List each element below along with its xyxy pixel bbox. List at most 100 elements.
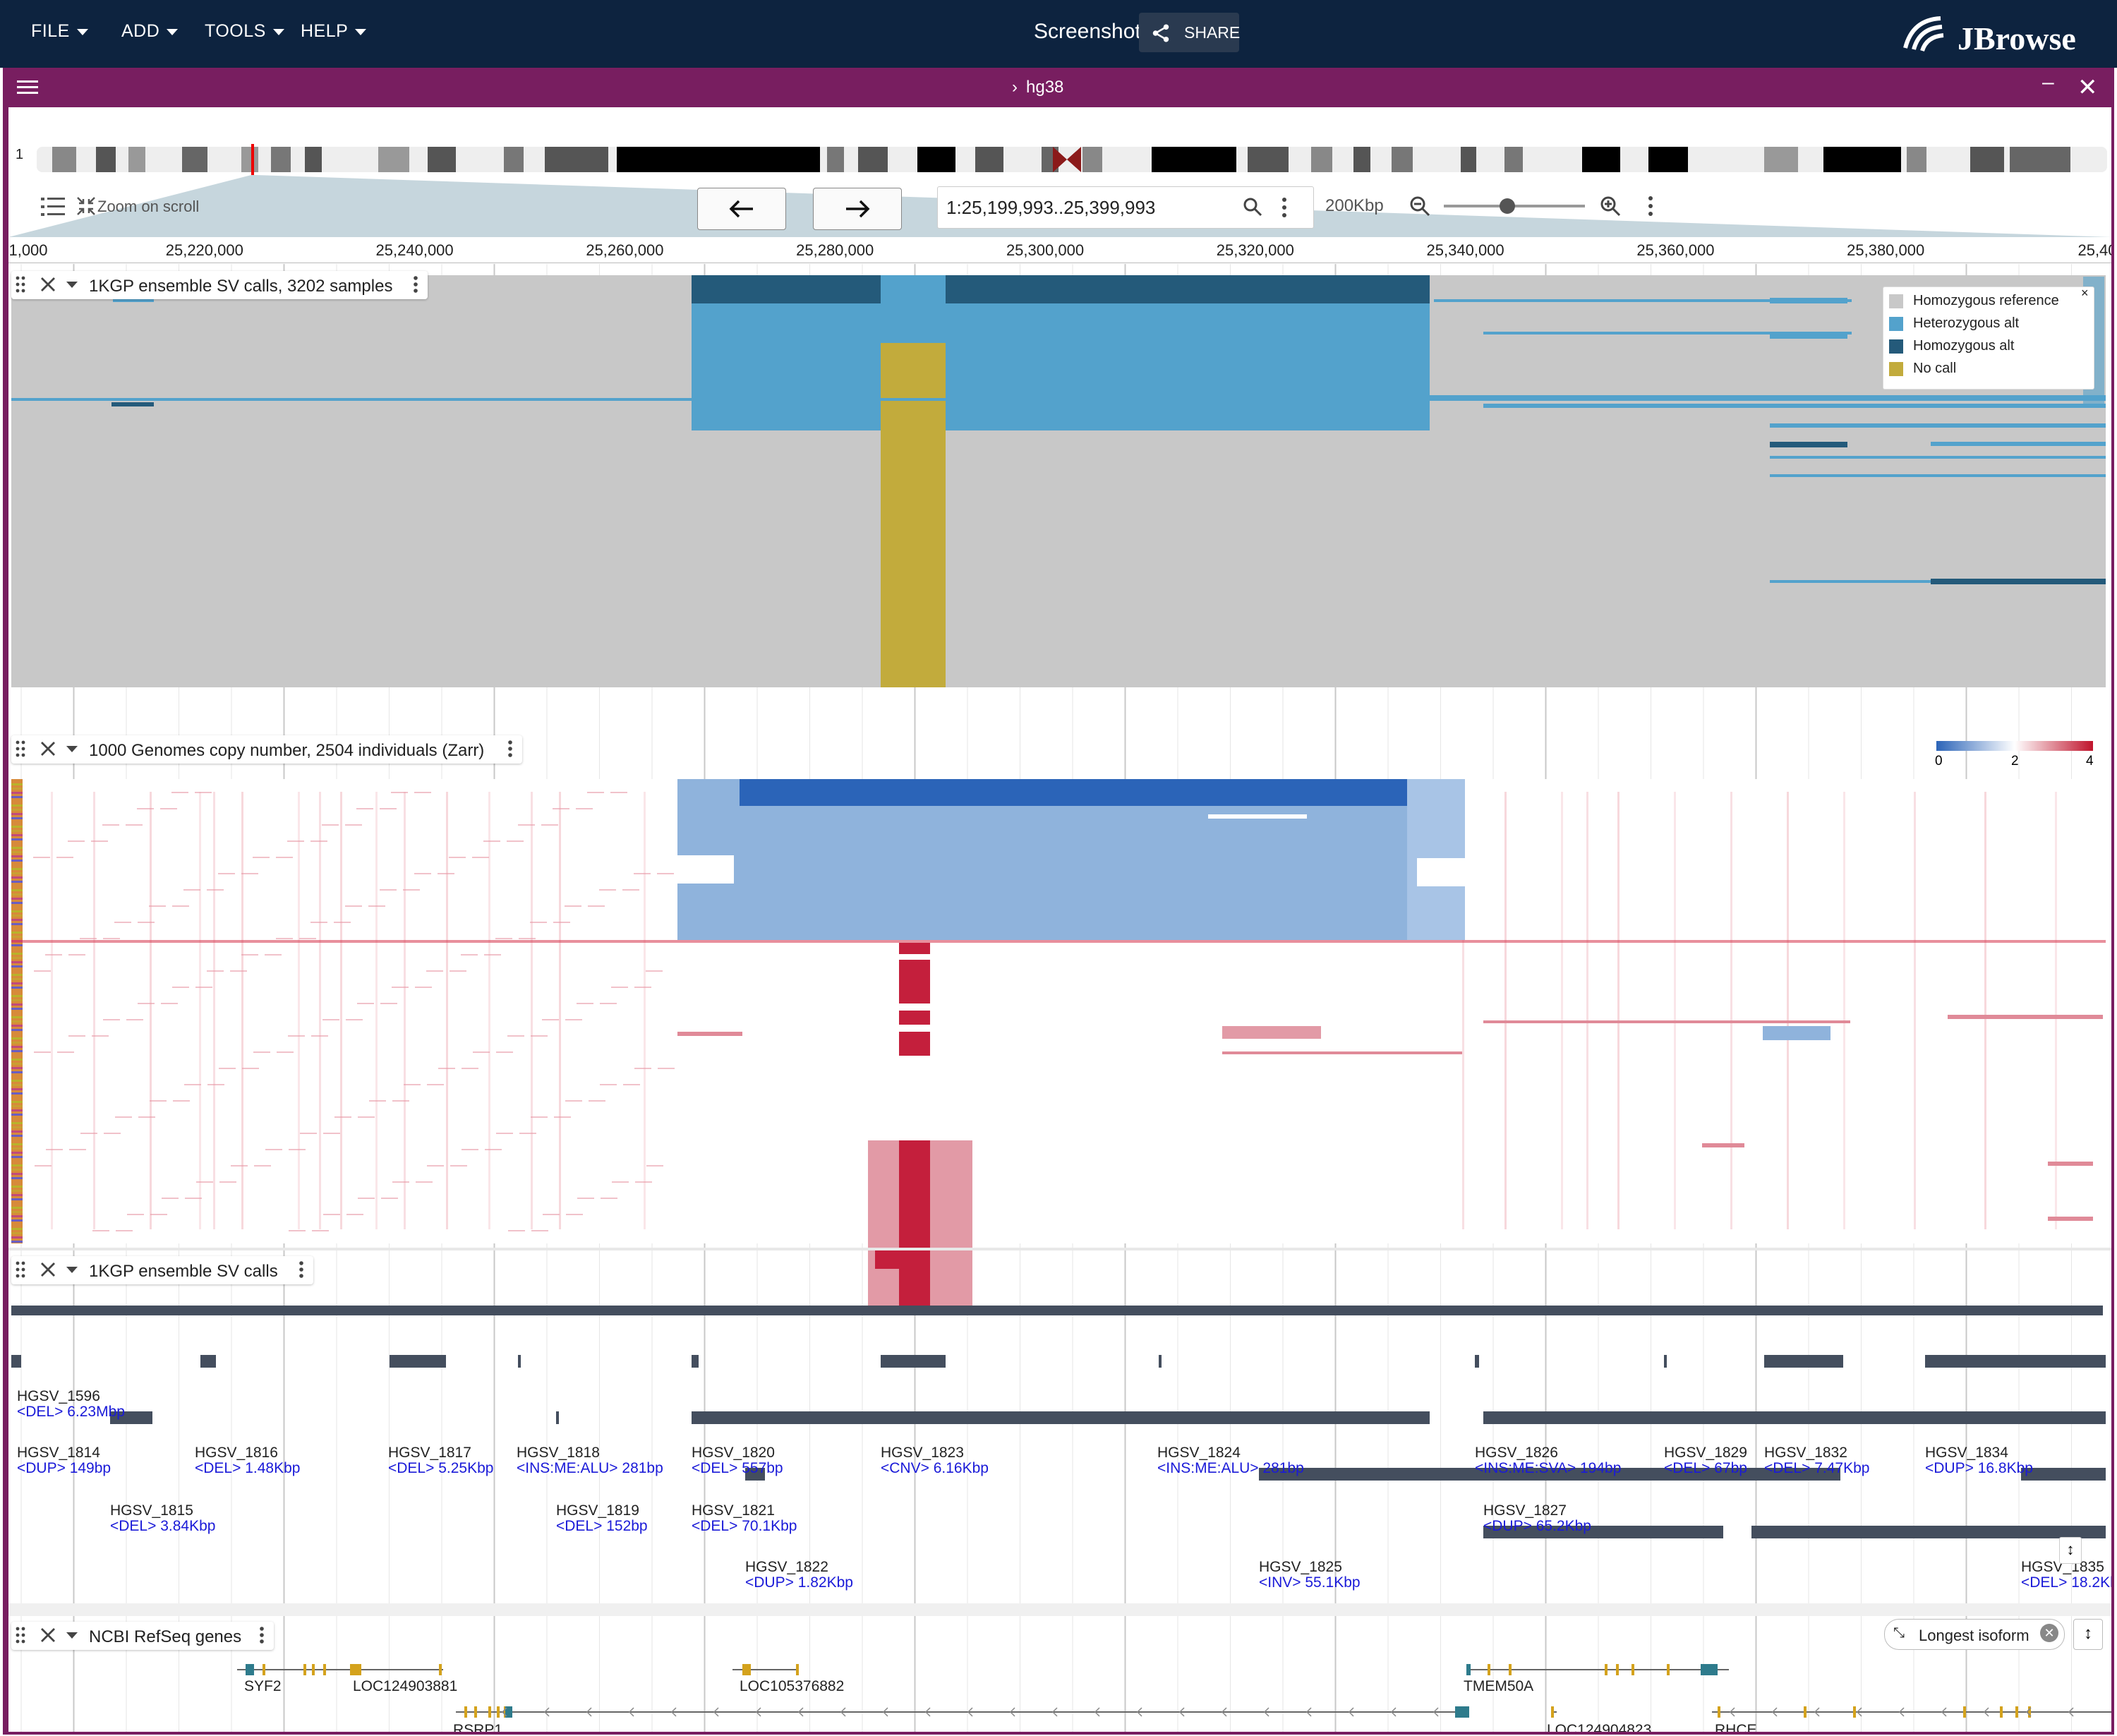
copy-number-noise bbox=[600, 1084, 617, 1085]
sv-feature[interactable]: HGSV_1818 <INS:ME:ALU> 281bp bbox=[517, 1445, 663, 1476]
sample-color-strip-cell bbox=[11, 1198, 23, 1200]
sv-feature[interactable]: HGSV_1835 <DEL> 18.2Kl bbox=[2021, 1560, 2111, 1591]
minimize-icon[interactable]: – bbox=[2042, 71, 2054, 95]
sv-feature[interactable]: HGSV_1596 <DEL> 6.23Mbp bbox=[17, 1389, 125, 1420]
gene-exon bbox=[2015, 1706, 2018, 1718]
collapse-track-icon[interactable] bbox=[65, 1260, 79, 1284]
sv-feature[interactable]: HGSV_1814 <DUP> 149bp bbox=[17, 1445, 111, 1476]
longest-isoform-chip[interactable]: ⤡ Longest isoform ✕ bbox=[1884, 1619, 2065, 1650]
drag-handle-icon[interactable] bbox=[16, 1626, 25, 1649]
close-track-icon[interactable] bbox=[40, 1260, 56, 1284]
sv-feature[interactable]: HGSV_1827 <DUP> 65.2Kbp bbox=[1483, 1503, 1591, 1534]
track-height-icon[interactable]: ↕ bbox=[2073, 1619, 2103, 1650]
track-menu-icon[interactable] bbox=[298, 1260, 305, 1284]
sv-feature[interactable]: HGSV_1832 <DEL> 7.47Kbp bbox=[1764, 1445, 1869, 1476]
gene-label[interactable]: LOC105376882 bbox=[740, 1678, 844, 1695]
sv-feature-name: HGSV_1824 bbox=[1157, 1445, 1241, 1461]
menu-file[interactable]: FILE bbox=[31, 21, 88, 42]
close-track-icon[interactable] bbox=[40, 1626, 56, 1649]
sample-color-strip-cell bbox=[11, 804, 23, 807]
sv-feature[interactable]: HGSV_1821 <DEL> 70.1Kbp bbox=[692, 1503, 797, 1534]
copy-number-noise bbox=[323, 1133, 340, 1134]
sv-feature[interactable]: HGSV_1824 <INS:ME:ALU> 281bp bbox=[1157, 1445, 1304, 1476]
copy-number-noise bbox=[485, 1149, 502, 1150]
menu-tools[interactable]: TOOLS bbox=[205, 21, 284, 42]
sv-feature[interactable]: HGSV_1815 <DEL> 3.84Kbp bbox=[110, 1503, 215, 1534]
sv-feature[interactable]: HGSV_1825 <INV> 55.1Kbp bbox=[1259, 1560, 1361, 1591]
sv-feature-name: HGSV_1814 bbox=[17, 1445, 100, 1461]
copy-number-noise bbox=[392, 1100, 409, 1102]
gene-label[interactable]: RSRP1 bbox=[453, 1722, 502, 1732]
drag-handle-icon[interactable] bbox=[16, 740, 25, 763]
sample-color-strip-cell bbox=[11, 1071, 23, 1073]
copy-number-noise bbox=[300, 1133, 317, 1134]
session-title[interactable]: Screenshot bbox=[1034, 20, 1141, 44]
copy-number-noise bbox=[1843, 792, 1845, 1229]
gene-label[interactable]: LOC124904823 bbox=[1547, 1722, 1651, 1732]
copy-number-noise bbox=[115, 1116, 132, 1118]
gene-label[interactable]: RHCE bbox=[1715, 1722, 1757, 1732]
copy-number-noise bbox=[93, 792, 95, 1229]
sample-color-strip-cell bbox=[11, 1063, 23, 1065]
sv-feature[interactable]: HGSV_1826 <INS:ME:SVA> 194bp bbox=[1475, 1445, 1621, 1476]
gene-exon bbox=[464, 1706, 467, 1718]
chip-delete-icon[interactable]: ✕ bbox=[2040, 1624, 2058, 1642]
copy-number-noise bbox=[519, 938, 536, 939]
copy-number-noise bbox=[322, 824, 339, 826]
sv-feature[interactable]: HGSV_1822 <DUP> 1.82Kbp bbox=[745, 1560, 853, 1591]
sample-color-strip-cell bbox=[11, 965, 23, 968]
close-track-icon[interactable] bbox=[40, 740, 56, 763]
gene-exon bbox=[323, 1664, 326, 1675]
menu-help[interactable]: HELP bbox=[301, 21, 367, 42]
gene-label[interactable]: TMEM50A bbox=[1464, 1678, 1533, 1695]
close-track-icon[interactable] bbox=[40, 275, 56, 299]
sample-color-strip-cell bbox=[11, 1173, 23, 1175]
collapse-track-icon[interactable] bbox=[65, 275, 79, 299]
gene-label[interactable]: LOC124903881 bbox=[353, 1678, 457, 1695]
legend-close-icon[interactable]: × bbox=[2081, 286, 2089, 301]
sv-feature[interactable]: HGSV_1823 <CNV> 6.16Kbp bbox=[881, 1445, 989, 1476]
sv-feature[interactable]: HGSV_1819 <DEL> 152bp bbox=[556, 1503, 648, 1534]
legend-label: No call bbox=[1913, 361, 1957, 376]
copy-number-noise bbox=[68, 954, 85, 956]
sv-feature[interactable]: HGSV_1829 <DEL> 67bp bbox=[1664, 1445, 1747, 1476]
track-menu-icon[interactable] bbox=[258, 1626, 265, 1649]
sv-feature-name: HGSV_1816 bbox=[195, 1445, 278, 1461]
caret-down-icon bbox=[272, 28, 284, 35]
sv-feature[interactable]: HGSV_1817 <DEL> 5.25Kbp bbox=[388, 1445, 493, 1476]
sv-feature[interactable]: HGSV_1834 <DUP> 16.8Kbp bbox=[1925, 1445, 2033, 1476]
copy-number-noise bbox=[391, 792, 408, 793]
sample-color-strip-cell bbox=[11, 1181, 23, 1183]
copy-number-noise bbox=[276, 857, 293, 858]
collapse-track-icon[interactable] bbox=[65, 740, 79, 763]
sv-feature-description: <DEL> 70.1Kbp bbox=[692, 1518, 797, 1534]
sv-feature[interactable]: HGSV_1820 <DEL> 557bp bbox=[692, 1445, 783, 1476]
sample-color-strip-cell bbox=[11, 1202, 23, 1205]
view-menu-icon[interactable] bbox=[17, 79, 38, 96]
drag-handle-icon[interactable] bbox=[16, 275, 25, 299]
copy-number-noise bbox=[57, 1051, 74, 1053]
gene-label[interactable]: SYF2 bbox=[244, 1678, 282, 1695]
copy-number-noise bbox=[1914, 792, 1916, 1229]
gene-exon bbox=[1551, 1706, 1554, 1718]
copy-number-noise bbox=[404, 1084, 421, 1085]
view-body: 1 Zoom on scroll 1:25,199,993..25,399,99… bbox=[8, 107, 2111, 1732]
copy-number-noise bbox=[566, 1214, 583, 1215]
track-menu-icon[interactable] bbox=[412, 275, 419, 299]
copy-number-noise bbox=[508, 1230, 525, 1231]
menu-add[interactable]: ADD bbox=[121, 21, 179, 42]
track-name: 1KGP ensemble SV calls, 3202 samples bbox=[89, 277, 393, 296]
tracks-canvas[interactable] bbox=[8, 107, 2111, 1732]
collapse-track-icon[interactable] bbox=[65, 1626, 79, 1649]
copy-number-noise bbox=[126, 824, 143, 826]
copy-number-noise bbox=[171, 792, 188, 793]
drag-handle-icon[interactable] bbox=[16, 1260, 25, 1284]
share-button[interactable]: SHARE bbox=[1139, 13, 1240, 52]
sv-feature[interactable]: HGSV_1816 <DEL> 1.48Kbp bbox=[195, 1445, 300, 1476]
copy-number-noise bbox=[242, 1068, 259, 1069]
close-icon[interactable]: ✕ bbox=[2077, 73, 2098, 102]
track-menu-icon[interactable] bbox=[507, 740, 514, 763]
assembly-selector[interactable]: › hg38 bbox=[1012, 78, 1063, 97]
copy-number-noise bbox=[346, 1214, 363, 1215]
track-resize-icon[interactable]: ↕ bbox=[2059, 1537, 2082, 1564]
